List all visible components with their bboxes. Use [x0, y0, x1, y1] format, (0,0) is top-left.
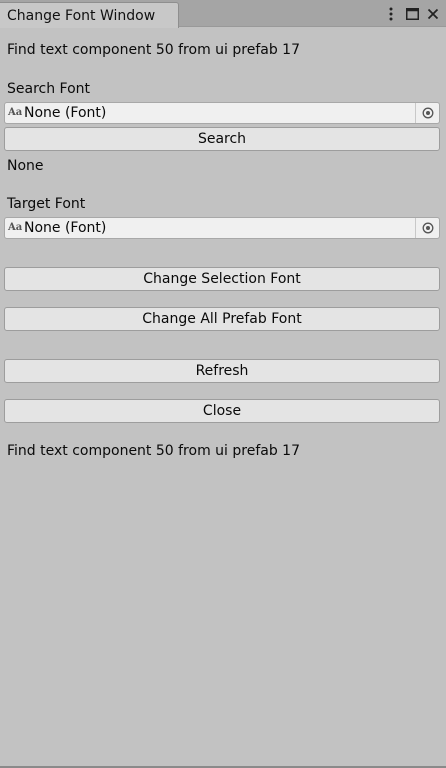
search-font-label: Search Font — [7, 81, 91, 97]
close-button[interactable]: Close — [4, 399, 440, 423]
search-font-field[interactable]: Aa None (Font) — [4, 102, 440, 124]
status-message-top: Find text component 50 from ui prefab 17 — [7, 42, 300, 58]
search-result-text: None — [7, 158, 44, 174]
change-font-window: Change Font Window Find text component 5… — [0, 0, 446, 768]
change-selection-font-button[interactable]: Change Selection Font — [4, 267, 440, 291]
search-font-value: None (Font) — [24, 105, 107, 121]
close-icon[interactable] — [426, 6, 440, 22]
window-titlebar: Change Font Window — [0, 0, 446, 28]
more-options-icon[interactable] — [384, 6, 398, 22]
search-button[interactable]: Search — [4, 127, 440, 151]
window-controls — [384, 5, 440, 23]
status-message-bottom: Find text component 50 from ui prefab 17 — [7, 443, 300, 459]
maximize-icon[interactable] — [405, 6, 419, 22]
object-picker-icon[interactable] — [415, 218, 439, 238]
change-all-prefab-font-button[interactable]: Change All Prefab Font — [4, 307, 440, 331]
target-font-field[interactable]: Aa None (Font) — [4, 217, 440, 239]
window-tab[interactable]: Change Font Window — [0, 2, 179, 28]
target-font-value: None (Font) — [24, 220, 107, 236]
refresh-button[interactable]: Refresh — [4, 359, 440, 383]
target-font-label: Target Font — [7, 196, 86, 212]
object-picker-icon[interactable] — [415, 103, 439, 123]
font-asset-icon: Aa — [8, 107, 23, 118]
font-asset-icon: Aa — [8, 222, 23, 233]
